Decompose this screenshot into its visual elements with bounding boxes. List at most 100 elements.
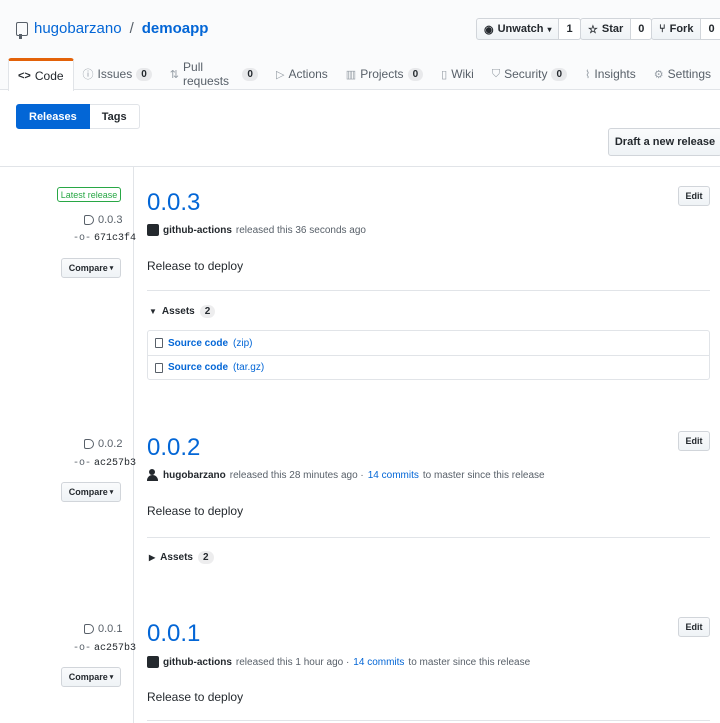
tag-name: 0.0.3: [98, 214, 123, 226]
tag-name: 0.0.1: [98, 623, 123, 635]
compare-button[interactable]: Compare ▾: [61, 482, 121, 502]
asset-ext: (tar.gz): [233, 362, 265, 373]
timeline-divider: [133, 166, 134, 723]
tab-code[interactable]: <> Code: [8, 58, 74, 91]
play-icon: ▷: [275, 68, 285, 81]
eye-icon: ◉: [484, 23, 494, 36]
watch-count[interactable]: 1: [559, 18, 581, 40]
assets-toggle[interactable]: ▼ Assets 2: [149, 305, 216, 318]
edit-release-button[interactable]: Edit: [678, 186, 710, 206]
divider: [0, 166, 720, 167]
release-tag[interactable]: 0.0.3: [84, 214, 122, 226]
tab-projects[interactable]: ▥ Projects 0: [337, 58, 432, 90]
releases-tab[interactable]: Releases: [16, 104, 90, 129]
asset-ext: (zip): [233, 337, 253, 349]
tab-label: Issues: [97, 67, 133, 81]
release-title[interactable]: 0.0.3: [147, 189, 200, 217]
release-tag[interactable]: 0.0.1: [84, 623, 122, 635]
asset-item[interactable]: Source code (zip): [148, 331, 709, 355]
release-meta: hugobarzano released this 28 minutes ago…: [147, 469, 545, 481]
tab-insights[interactable]: ⌇ Insights: [576, 58, 645, 90]
tab-counter: 0: [551, 67, 568, 81]
tab-label: Actions: [288, 67, 328, 81]
tab-counter: 0: [136, 67, 152, 81]
latest-release-badge: Latest release: [57, 187, 121, 202]
tab-wiki[interactable]: ▯ Wiki: [432, 58, 483, 90]
shield-icon: ⛉: [491, 67, 501, 80]
tab-actions[interactable]: ▷ Actions: [267, 58, 337, 90]
caret-right-icon: ▶: [149, 553, 156, 562]
star-label: Star: [601, 23, 624, 35]
caret-down-icon: ▼: [149, 307, 157, 316]
avatar[interactable]: [147, 656, 159, 668]
watch-label: Unwatch: [497, 23, 544, 35]
release-commit[interactable]: -o- ac257b3: [73, 458, 136, 469]
release-time: released this 36 seconds ago: [235, 224, 366, 236]
commits-link[interactable]: 14 commits: [368, 470, 419, 481]
release-description: Release to deploy: [147, 259, 244, 273]
asset-item[interactable]: Source code (tar.gz): [148, 355, 709, 379]
release-commit[interactable]: -o- 671c3f4: [73, 233, 136, 244]
tag-name: 0.0.2: [98, 438, 123, 450]
fork-icon: ⑂: [659, 23, 666, 35]
avatar[interactable]: [147, 469, 159, 481]
draft-release-button[interactable]: Draft a new release: [608, 128, 720, 156]
tags-tab[interactable]: Tags: [89, 104, 140, 129]
divider: [147, 720, 710, 721]
tab-settings[interactable]: ⚙ Settings: [645, 58, 720, 90]
release-description: Release to deploy: [147, 690, 244, 704]
compare-label: Compare: [68, 672, 108, 682]
repo-name-link[interactable]: demoapp: [142, 20, 209, 37]
assets-label: Assets: [161, 306, 195, 317]
release-title[interactable]: 0.0.1: [147, 620, 200, 648]
release-author[interactable]: github-actions: [163, 657, 232, 668]
asset-name: Source code: [168, 337, 229, 349]
code-icon: <>: [18, 70, 31, 82]
fork-button[interactable]: ⑂ Fork: [651, 18, 702, 40]
assets-toggle[interactable]: ▶ Assets 2: [149, 551, 214, 564]
star-count[interactable]: 0: [631, 18, 653, 40]
chevron-down-icon: ▾: [109, 489, 114, 496]
tab-pull-requests[interactable]: ⇅ Pull requests 0: [161, 58, 267, 90]
divider: [147, 290, 710, 291]
tab-issues[interactable]: ⓘ Issues 0: [74, 58, 161, 90]
release-time: released this 1 hour ago ·: [235, 656, 350, 668]
compare-label: Compare: [68, 263, 108, 273]
release-tag[interactable]: 0.0.2: [84, 438, 122, 450]
compare-button[interactable]: Compare ▾: [61, 667, 121, 687]
edit-release-button[interactable]: Edit: [678, 617, 710, 637]
releases-subnav: Releases Tags: [16, 104, 140, 129]
fork-label: Fork: [669, 23, 694, 35]
release-author[interactable]: hugobarzano: [163, 470, 226, 481]
watch-group: ◉ Unwatch ▾ 1: [476, 18, 581, 40]
assets-list: Source code (zip) Source code (tar.gz): [147, 330, 710, 380]
star-button[interactable]: ☆ Star: [580, 18, 632, 40]
release-commit[interactable]: -o- ac257b3: [73, 643, 136, 654]
tab-label: Code: [34, 69, 64, 83]
avatar[interactable]: [147, 224, 159, 236]
repo-tabs: <> Code ⓘ Issues 0 ⇅ Pull requests 0 ▷ A…: [8, 58, 720, 91]
repo-icon: [16, 21, 28, 39]
watch-button[interactable]: ◉ Unwatch ▾: [476, 18, 560, 40]
tag-icon: [84, 624, 94, 634]
commit-sha: 671c3f4: [94, 233, 137, 244]
gear-icon: ⚙: [653, 68, 664, 81]
pull-request-icon: ⇅: [169, 68, 180, 81]
release-title[interactable]: 0.0.2: [147, 434, 200, 462]
asset-name: Source code: [168, 362, 229, 373]
repo-separator: /: [129, 20, 134, 37]
repo-owner-link[interactable]: hugobarzano: [34, 20, 122, 37]
repo-header: hugobarzano / demoapp ◉ Unwatch ▾ 1 ☆ St…: [0, 0, 720, 91]
tab-label: Security: [504, 67, 548, 81]
tab-security[interactable]: ⛉ Security 0: [483, 58, 576, 90]
compare-label: Compare: [68, 487, 108, 497]
compare-button[interactable]: Compare ▾: [61, 258, 121, 278]
project-icon: ▥: [345, 68, 357, 81]
commit-icon: -o-: [73, 458, 92, 469]
edit-release-button[interactable]: Edit: [678, 431, 710, 451]
commits-link[interactable]: 14 commits: [353, 657, 404, 668]
fork-count[interactable]: 0: [701, 18, 720, 40]
release-author[interactable]: github-actions: [163, 225, 232, 236]
tag-icon: [84, 439, 94, 449]
commits-suffix: to master since this release: [408, 656, 531, 668]
